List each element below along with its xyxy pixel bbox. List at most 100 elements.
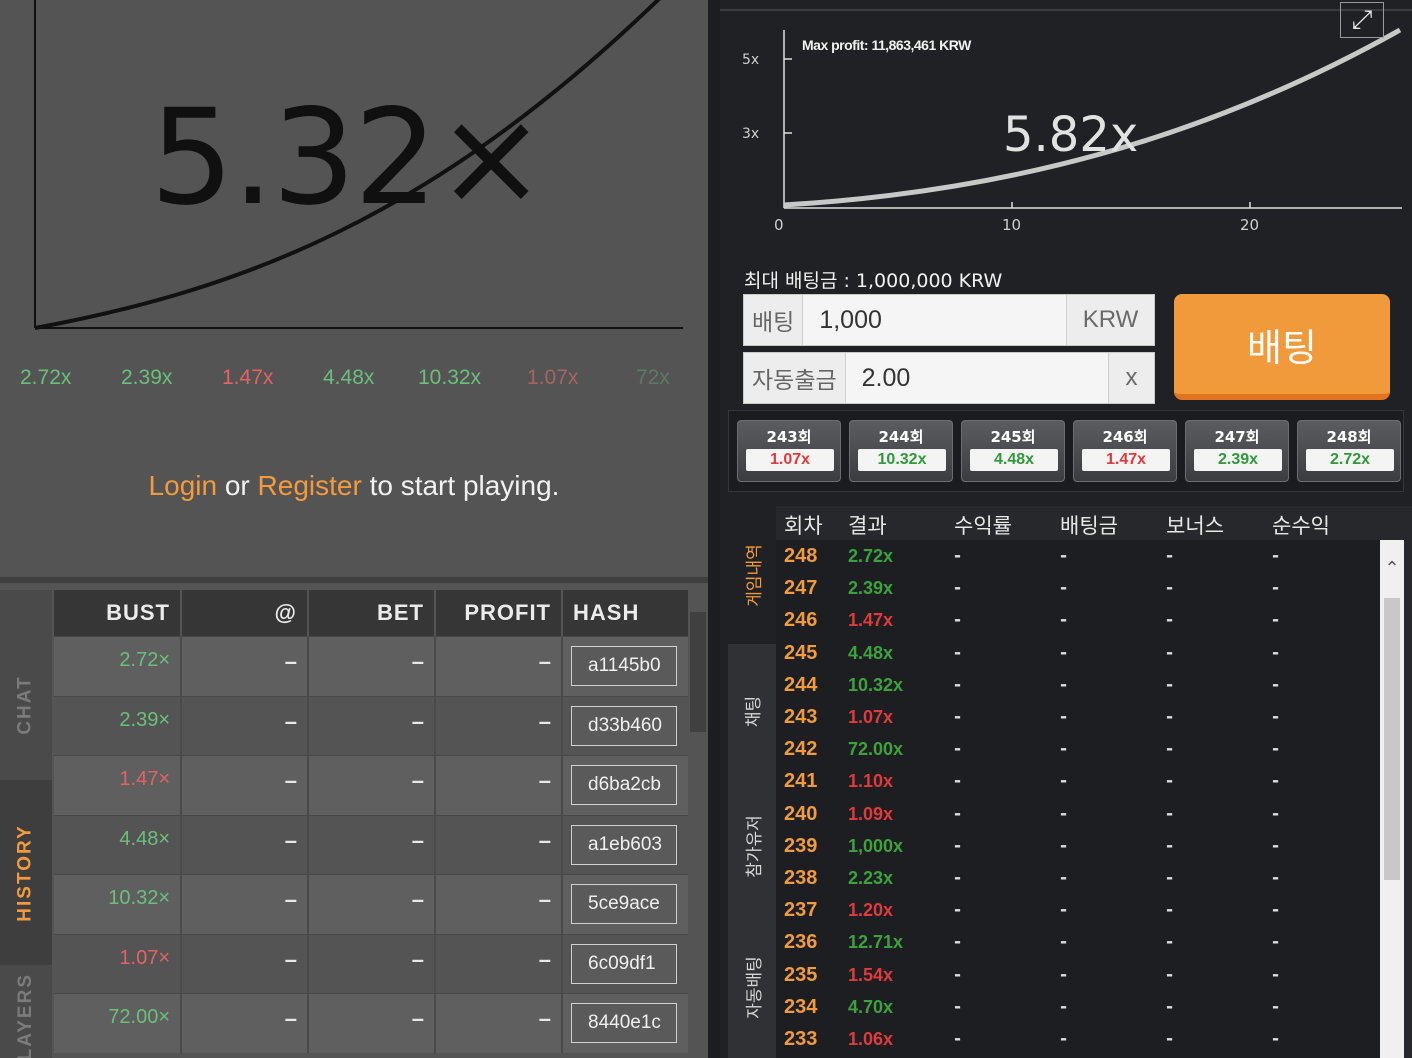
hash-input[interactable]: 8440e1c: [571, 1003, 677, 1043]
hash-cell: a1145b0: [563, 637, 688, 696]
list-item[interactable]: 244 10.32x - - - -: [776, 671, 1380, 703]
login-link[interactable]: Login: [149, 470, 218, 501]
recent-bust-item: 72x: [636, 366, 670, 389]
tab-auto-bet[interactable]: 자동배팅: [728, 916, 776, 1058]
tab-chat[interactable]: CHAT: [0, 630, 52, 780]
hash-input[interactable]: d33b460: [571, 705, 677, 746]
empty-value: -: [1272, 578, 1280, 599]
hash-input[interactable]: a1eb603: [571, 824, 677, 865]
hash-input[interactable]: 6c09df1: [571, 943, 677, 984]
empty-value: -: [954, 803, 962, 824]
chevron-up-icon[interactable]: ⌃: [1383, 560, 1401, 578]
bust-cell: 1.47×: [54, 756, 182, 815]
col-bust: BUST: [54, 590, 182, 636]
tab-game-history[interactable]: 게임내역: [728, 506, 776, 644]
round-result: 1.09x: [848, 803, 894, 824]
round-card[interactable]: 247회 2.39x: [1185, 420, 1289, 482]
table-row[interactable]: 2.39× – – – d33b460: [54, 695, 688, 755]
list-item[interactable]: 243 1.07x - - - -: [776, 703, 1380, 735]
empty-value: -: [1166, 996, 1174, 1017]
table-row[interactable]: 1.07× – – –6c09df1: [54, 933, 688, 994]
empty-value: -: [1272, 642, 1280, 663]
empty-value: -: [1272, 707, 1280, 727]
empty-value: -: [954, 835, 962, 856]
list-item[interactable]: 235 1.54x - - - -: [776, 961, 1380, 993]
at-cell: –: [182, 696, 309, 755]
empty-value: -: [954, 932, 962, 953]
recent-bust-item: 2.39x: [121, 366, 173, 389]
register-link[interactable]: Register: [258, 470, 362, 501]
round-card[interactable]: 244회 10.32x: [849, 420, 953, 482]
empty-value: -: [954, 546, 962, 566]
tab-chat-label: CHAT: [15, 675, 37, 735]
list-item[interactable]: 234 4.70x - - - -: [776, 993, 1380, 1025]
col-net-profit: 순수익: [1272, 514, 1330, 538]
round-card[interactable]: 243회 1.07x: [737, 420, 841, 482]
at-cell: –: [182, 994, 309, 1053]
scrollbar[interactable]: [690, 612, 706, 732]
table-row[interactable]: 72.00× – – –8440e1c: [54, 993, 688, 1053]
list-item[interactable]: 236 12.71x - - - -: [776, 928, 1380, 960]
bet-cell: –: [309, 875, 436, 934]
empty-value: -: [1272, 803, 1280, 824]
auto-cashout-field[interactable]: 자동출금 2.00 x: [743, 352, 1155, 404]
round-number: 246회: [1102, 428, 1148, 446]
list-item[interactable]: 241 1.10x - - - -: [776, 767, 1380, 799]
hash-cell: 6c09df1: [563, 935, 688, 994]
empty-value: -: [954, 996, 962, 1017]
empty-value: -: [1272, 739, 1280, 760]
round-card[interactable]: 248회 2.72x: [1297, 420, 1401, 482]
list-item[interactable]: 240 1.09x - - - -: [776, 800, 1380, 832]
list-item[interactable]: 247 2.39x - - - -: [776, 574, 1380, 606]
round-card[interactable]: 246회 1.47x: [1073, 420, 1177, 482]
login-prompt: Login or Register to start playing.: [0, 470, 708, 502]
bet-cell: –: [309, 637, 436, 696]
auto-cashout-input[interactable]: 2.00: [846, 364, 1108, 393]
list-item[interactable]: 248 2.72x - - - -: [776, 542, 1380, 574]
empty-value: -: [1272, 674, 1280, 695]
game-history-panel: 게임내역 채팅 참가유저 자동배팅 회차 결과 수익률 배팅금 보너스 순수익 …: [728, 506, 1412, 1058]
round-card[interactable]: 245회 4.48x: [961, 420, 1065, 482]
empty-value: -: [954, 900, 962, 921]
round-number: 238: [784, 867, 818, 889]
table-row[interactable]: 4.48× – – – a1eb603: [54, 814, 688, 874]
tab-history[interactable]: HISTORY: [0, 780, 52, 965]
scrollbar-thumb[interactable]: [1384, 598, 1400, 880]
mini-multiplier: 5.82x: [1003, 107, 1138, 163]
list-item[interactable]: 239 1,000x - - - -: [776, 832, 1380, 864]
expand-icon[interactable]: ⤢: [1340, 2, 1384, 38]
bet-amount-input[interactable]: 1,000: [803, 306, 1066, 335]
hash-input[interactable]: 5ce9ace: [571, 884, 677, 924]
tab-users[interactable]: 참가유저: [728, 776, 776, 916]
list-item[interactable]: 245 4.48x - - - -: [776, 639, 1380, 671]
round-result: 1.47x: [848, 610, 894, 631]
hash-input[interactable]: d6ba2cb: [571, 765, 677, 805]
empty-value: -: [1060, 996, 1068, 1017]
list-item[interactable]: 246 1.47x - - - -: [776, 606, 1380, 638]
table-row[interactable]: 1.47× – – – d6ba2cb: [54, 755, 688, 815]
auto-cashout-label: 자동출금: [744, 353, 846, 403]
hash-input[interactable]: a1145b0: [571, 646, 677, 686]
table-row[interactable]: 2.72× – – – a1145b0: [54, 636, 688, 696]
tab-players[interactable]: PLAYERS: [0, 973, 52, 1058]
table-row[interactable]: 10.32× – – –5ce9ace: [54, 874, 688, 934]
round-result: 1.47x: [1082, 449, 1170, 471]
empty-value: -: [1060, 1029, 1068, 1049]
list-item[interactable]: 237 1.20x - - - -: [776, 896, 1380, 928]
round-number: 237: [784, 899, 818, 922]
scrollbar[interactable]: ⌃: [1380, 540, 1404, 1058]
bet-amount-field[interactable]: 배팅 1,000 KRW: [743, 294, 1155, 346]
recent-rounds-bar: 243회 1.07x 244회 10.32x 245회 4.48x 246회 1.47x 247…: [728, 410, 1404, 492]
login-rest-text: to start playing.: [361, 470, 560, 501]
round-number: 243회: [766, 428, 812, 446]
list-item[interactable]: 233 1.06x - - - -: [776, 1025, 1380, 1057]
tab-chat[interactable]: 채팅: [728, 656, 776, 766]
list-item[interactable]: 238 2.23x - - - -: [776, 864, 1380, 896]
empty-value: -: [954, 1029, 962, 1049]
bet-button[interactable]: 배팅: [1174, 294, 1390, 400]
x-tick-label: 0: [774, 216, 784, 234]
list-item[interactable]: 242 72.00x - - - -: [776, 735, 1380, 767]
empty-value: -: [1166, 546, 1174, 566]
empty-value: -: [1166, 1029, 1174, 1049]
empty-value: -: [1060, 900, 1068, 921]
